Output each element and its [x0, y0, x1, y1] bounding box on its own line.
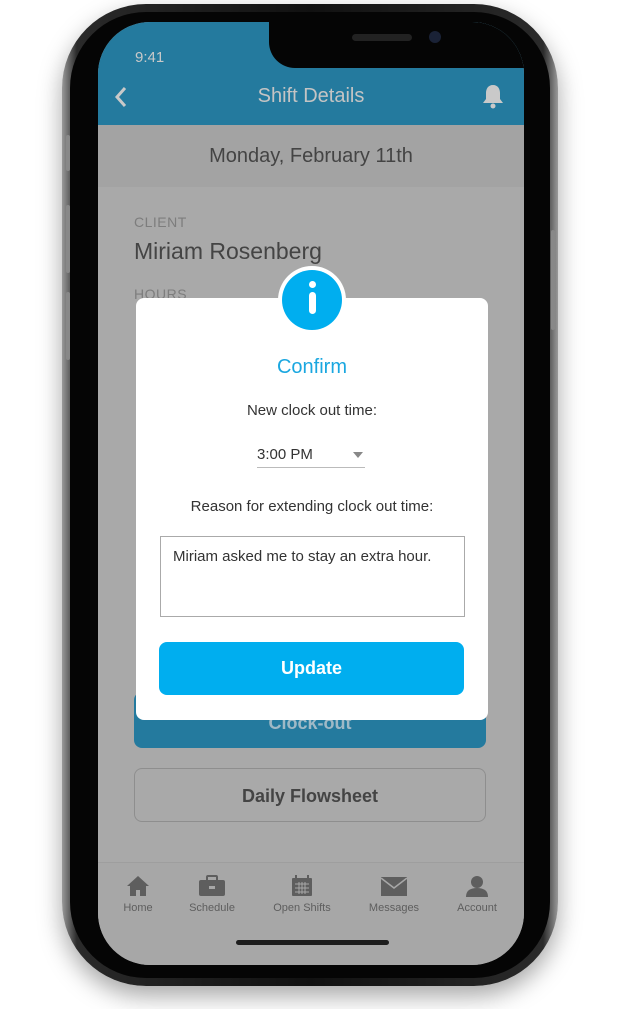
status-time: 9:41: [135, 49, 165, 66]
bell-icon[interactable]: [482, 83, 504, 109]
tab-open-shifts[interactable]: Open Shifts: [262, 875, 342, 914]
reason-textarea[interactable]: Miriam asked me to stay an extra hour.: [160, 536, 465, 617]
tab-messages[interactable]: Messages: [354, 875, 434, 914]
power-button: [551, 230, 555, 330]
confirm-dialog: Confirm New clock out time: 3:00 PM Reas…: [136, 298, 488, 720]
dropdown-arrow-icon: [353, 452, 363, 458]
page-title: Shift Details: [257, 85, 365, 107]
time-label: New clock out time:: [246, 402, 378, 419]
time-select[interactable]: 3:00 PM: [257, 446, 365, 468]
tab-label: Schedule: [189, 902, 235, 914]
home-icon: [127, 876, 149, 896]
tab-label: Open Shifts: [273, 902, 331, 914]
client-name: Miriam Rosenberg: [134, 238, 322, 264]
tab-label: Messages: [368, 902, 420, 914]
dialog-title: Confirm: [276, 356, 347, 378]
info-icon: [278, 266, 346, 334]
client-label: CLIENT: [134, 214, 187, 230]
daily-flowsheet-button[interactable]: Daily Flowsheet: [134, 768, 486, 822]
tab-label: Home: [123, 902, 153, 914]
user-icon: [466, 876, 488, 897]
briefcase-icon: [199, 875, 225, 896]
time-select-value: 3:00 PM: [257, 446, 313, 463]
tab-home[interactable]: Home: [98, 875, 178, 914]
calendar-icon: [292, 875, 312, 896]
update-button[interactable]: Update: [159, 642, 464, 695]
tab-schedule[interactable]: Schedule: [172, 875, 252, 914]
tab-account[interactable]: Account: [437, 875, 517, 914]
reason-label: Reason for extending clock out time:: [190, 498, 434, 515]
tab-label: Account: [457, 902, 497, 914]
notch: [269, 22, 524, 68]
envelope-icon: [380, 877, 408, 896]
home-indicator: [236, 940, 389, 945]
date-bar: Monday, February 11th: [98, 125, 524, 187]
tab-bar: Home Schedule Open Shifts Messages Accou…: [98, 862, 524, 965]
